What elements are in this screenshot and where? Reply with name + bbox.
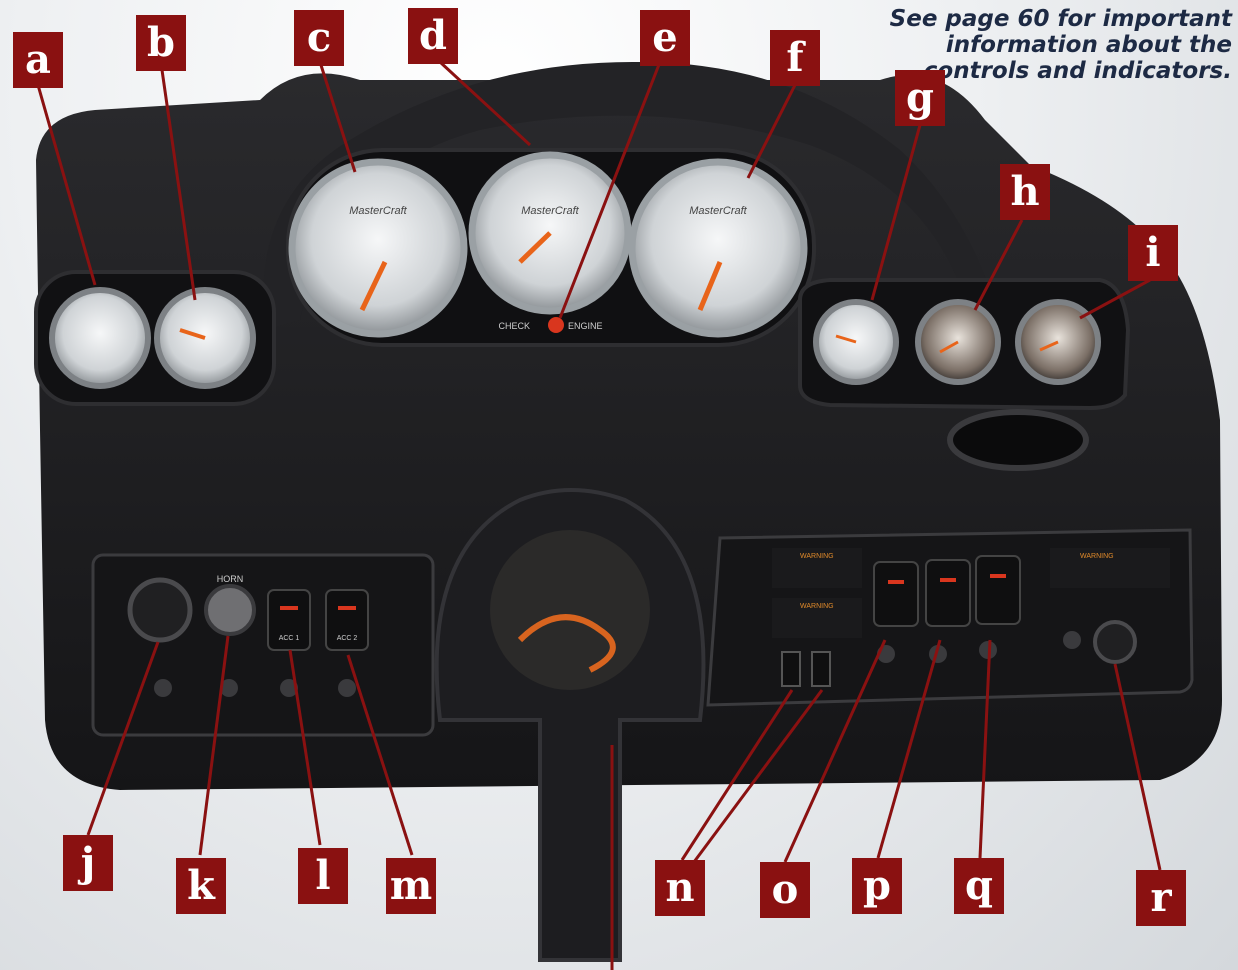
brand-f: MasterCraft (689, 205, 747, 217)
breaker-4 (338, 679, 356, 697)
check-engine-lamp (548, 317, 564, 333)
callout-a: a (13, 32, 63, 88)
horn-label: HORN (217, 574, 244, 584)
acc2-label: ACC 2 (337, 635, 358, 642)
callout-n: n (655, 860, 705, 916)
callout-h: h (1000, 164, 1050, 220)
switch-o-led (888, 580, 904, 584)
callout-p: p (852, 858, 902, 914)
callout-q: q (954, 858, 1004, 914)
cup-holder (947, 409, 1089, 471)
horn-button-k (204, 584, 256, 636)
switch-q (975, 555, 1021, 625)
brand-c: MasterCraft (349, 205, 407, 217)
brand-d: MasterCraft (521, 205, 579, 217)
switch-o (873, 561, 919, 627)
callout-r: r (1136, 870, 1186, 926)
callout-f: f (770, 30, 820, 86)
gauge-c (288, 158, 468, 338)
dashboard-illustration: CHECK ENGINE MasterCraft MasterCraft Mas… (34, 60, 1222, 970)
gauge-a (49, 287, 151, 389)
warning-text-2: WARNING (800, 603, 834, 610)
callout-d: d (408, 8, 458, 64)
acc1-label: ACC 1 (279, 635, 300, 642)
callout-e: e (640, 10, 690, 66)
switch-acc1-led (280, 606, 298, 610)
breaker-1 (154, 679, 172, 697)
callout-j: j (63, 835, 113, 891)
gauge-f (628, 158, 808, 338)
switch-n1 (781, 651, 801, 687)
callout-g: g (895, 70, 945, 126)
callout-l: l (298, 848, 348, 904)
callout-b: b (136, 15, 186, 71)
callout-i: i (1128, 225, 1178, 281)
switch-acc2-led (338, 606, 356, 610)
power-outlet-j (127, 577, 193, 643)
switch-n2 (811, 651, 831, 687)
callout-k: k (176, 858, 226, 914)
breaker-r (1063, 631, 1081, 649)
engine-label: ENGINE (568, 321, 603, 331)
switch-p (925, 559, 971, 627)
check-label: CHECK (498, 321, 530, 331)
switch-q-led (990, 574, 1006, 578)
warning-text-1: WARNING (800, 553, 834, 560)
warning-text-3: WARNING (1080, 553, 1114, 560)
outlet-r (1093, 620, 1137, 664)
switch-p-led (940, 578, 956, 582)
callout-o: o (760, 862, 810, 918)
steering-opening (490, 530, 650, 690)
callout-m: m (386, 858, 436, 914)
callout-c: c (294, 10, 344, 66)
instrument-panel-figure: CHECK ENGINE MasterCraft MasterCraft Mas… (0, 0, 1238, 970)
